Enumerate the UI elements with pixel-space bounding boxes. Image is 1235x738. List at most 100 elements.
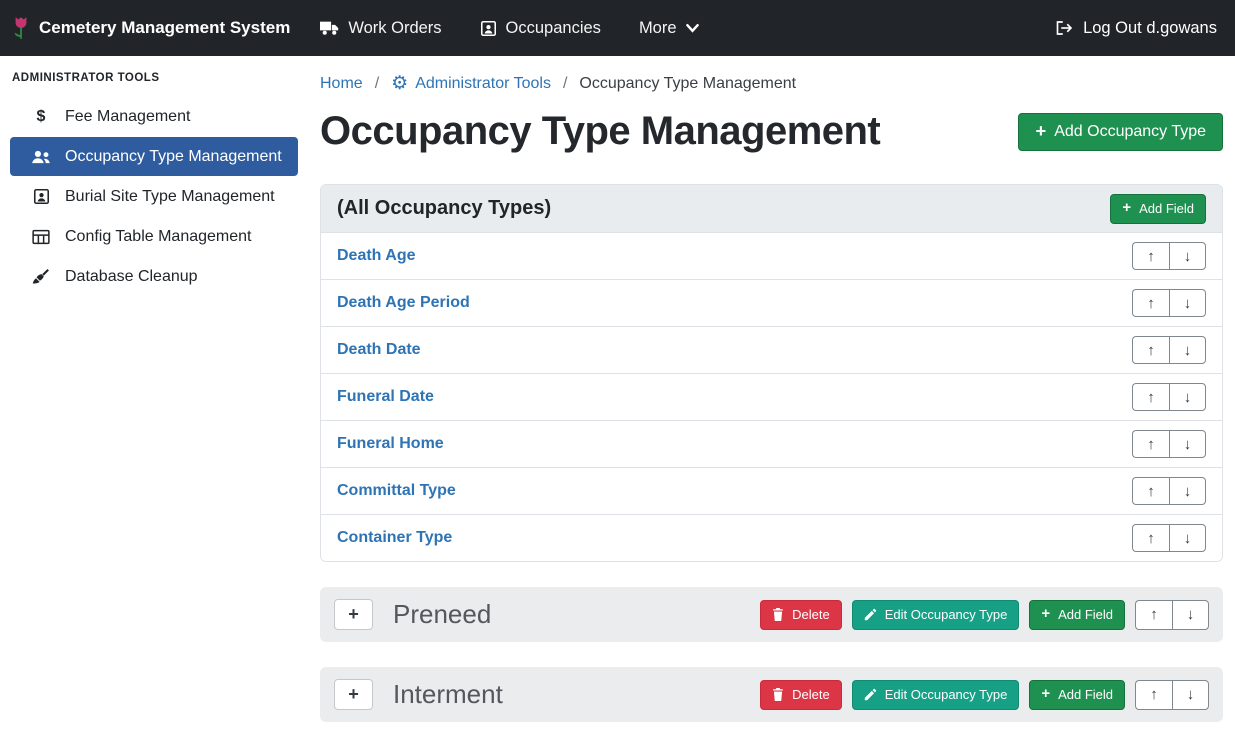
- logout-link[interactable]: Log Out d.gowans: [1056, 19, 1217, 38]
- expand-button[interactable]: +: [334, 679, 373, 710]
- reorder-controls: ↑ ↓: [1132, 430, 1206, 458]
- field-row: Container Type ↑ ↓: [321, 514, 1222, 561]
- add-field-button[interactable]: + Add Field: [1029, 680, 1125, 710]
- field-row: Funeral Date ↑ ↓: [321, 373, 1222, 420]
- page-header: Occupancy Type Management + Add Occupanc…: [320, 109, 1223, 154]
- plus-icon: +: [1041, 607, 1050, 622]
- users-icon: [30, 149, 52, 165]
- move-down-button[interactable]: ↓: [1169, 289, 1206, 317]
- move-up-button[interactable]: ↑: [1132, 430, 1169, 458]
- sidebar-item-fee-management[interactable]: $ Fee Management: [10, 97, 298, 136]
- add-field-button[interactable]: + Add Field: [1029, 600, 1125, 630]
- flower-logo-icon: [12, 15, 30, 41]
- field-row: Funeral Home ↑ ↓: [321, 420, 1222, 467]
- field-link-committal-type[interactable]: Committal Type: [337, 482, 456, 500]
- nav-occupancies[interactable]: Occupancies: [480, 19, 601, 38]
- move-up-button[interactable]: ↑: [1132, 383, 1169, 411]
- edit-label: Edit Occupancy Type: [885, 687, 1008, 702]
- breadcrumb-admin-tools[interactable]: ⚙ Administrator Tools: [391, 74, 551, 93]
- all-occupancy-types-header: (All Occupancy Types) + Add Field: [321, 185, 1222, 233]
- field-link-funeral-date[interactable]: Funeral Date: [337, 388, 434, 406]
- trash-icon: [772, 608, 784, 621]
- breadcrumb: Home / ⚙ Administrator Tools / Occupancy…: [320, 74, 1223, 93]
- sidebar-item-label: Fee Management: [65, 108, 190, 126]
- breadcrumb-home[interactable]: Home: [320, 75, 363, 93]
- move-down-button[interactable]: ↓: [1169, 336, 1206, 364]
- sidebar-item-burial-site-type-management[interactable]: Burial Site Type Management: [10, 177, 298, 216]
- table-icon: [30, 229, 52, 245]
- edit-occupancy-type-button[interactable]: Edit Occupancy Type: [852, 600, 1020, 630]
- reorder-controls: ↑ ↓: [1132, 242, 1206, 270]
- breadcrumb-current: Occupancy Type Management: [579, 75, 796, 93]
- nav-more[interactable]: More: [639, 19, 699, 38]
- occupancy-icon: [480, 20, 497, 37]
- section-actions: Delete Edit Occupancy Type + Add Field: [760, 680, 1209, 710]
- field-link-death-age[interactable]: Death Age: [337, 247, 416, 265]
- move-up-button[interactable]: ↑: [1132, 524, 1169, 552]
- sidebar-item-database-cleanup[interactable]: Database Cleanup: [10, 257, 298, 296]
- field-link-death-age-period[interactable]: Death Age Period: [337, 294, 470, 312]
- plus-icon: +: [1035, 122, 1046, 140]
- reorder-controls: ↑ ↓: [1135, 680, 1209, 710]
- add-field-label: Add Field: [1058, 687, 1113, 702]
- move-up-button[interactable]: ↑: [1135, 680, 1172, 710]
- trash-icon: [772, 688, 784, 701]
- all-occupancy-types-title: (All Occupancy Types): [337, 197, 551, 220]
- add-field-button[interactable]: + Add Field: [1110, 194, 1206, 224]
- top-navbar: Cemetery Management System Work Orders: [0, 0, 1235, 56]
- sidebar-item-label: Database Cleanup: [65, 268, 198, 286]
- chevron-down-icon: [686, 23, 699, 33]
- pencil-icon: [864, 608, 877, 621]
- reorder-controls: ↑ ↓: [1132, 289, 1206, 317]
- brand-title: Cemetery Management System: [39, 18, 290, 38]
- field-link-death-date[interactable]: Death Date: [337, 341, 421, 359]
- brand[interactable]: Cemetery Management System: [12, 15, 290, 41]
- sidebar: Administrator Tools $ Fee Management Occ…: [0, 56, 310, 738]
- delete-label: Delete: [792, 607, 830, 622]
- move-up-button[interactable]: ↑: [1132, 289, 1169, 317]
- pencil-icon: [864, 688, 877, 701]
- move-up-button[interactable]: ↑: [1132, 336, 1169, 364]
- field-link-container-type[interactable]: Container Type: [337, 529, 452, 547]
- sidebar-heading: Administrator Tools: [0, 64, 310, 96]
- delete-button[interactable]: Delete: [760, 680, 842, 710]
- broom-icon: [30, 268, 52, 285]
- navbar-links: Work Orders Occupancies More: [320, 19, 698, 38]
- move-up-button[interactable]: ↑: [1132, 477, 1169, 505]
- expand-button[interactable]: +: [334, 599, 373, 630]
- section-title: Interment: [393, 679, 503, 710]
- move-down-button[interactable]: ↓: [1169, 242, 1206, 270]
- dollar-icon: $: [30, 108, 52, 126]
- edit-occupancy-type-button[interactable]: Edit Occupancy Type: [852, 680, 1020, 710]
- occupancy-type-section-preneed: + Preneed Delete: [320, 587, 1223, 642]
- delete-button[interactable]: Delete: [760, 600, 842, 630]
- move-up-button[interactable]: ↑: [1132, 242, 1169, 270]
- add-occupancy-type-button[interactable]: + Add Occupancy Type: [1018, 113, 1223, 151]
- main-panel: Home / ⚙ Administrator Tools / Occupancy…: [310, 56, 1235, 738]
- move-down-button[interactable]: ↓: [1169, 430, 1206, 458]
- move-up-button[interactable]: ↑: [1135, 600, 1172, 630]
- add-field-label: Add Field: [1058, 607, 1113, 622]
- move-down-button[interactable]: ↓: [1169, 477, 1206, 505]
- field-row: Death Age ↑ ↓: [321, 233, 1222, 279]
- sidebar-item-config-table-management[interactable]: Config Table Management: [10, 217, 298, 256]
- field-link-funeral-home[interactable]: Funeral Home: [337, 435, 444, 453]
- sidebar-item-label: Burial Site Type Management: [65, 188, 275, 206]
- move-down-button[interactable]: ↓: [1172, 680, 1209, 710]
- sidebar-item-occupancy-type-management[interactable]: Occupancy Type Management: [10, 137, 298, 176]
- nav-work-orders[interactable]: Work Orders: [320, 19, 441, 38]
- edit-label: Edit Occupancy Type: [885, 607, 1008, 622]
- section-actions: Delete Edit Occupancy Type + Add Field: [760, 600, 1209, 630]
- add-field-label: Add Field: [1139, 201, 1194, 216]
- field-row: Death Date ↑ ↓: [321, 326, 1222, 373]
- add-occupancy-type-label: Add Occupancy Type: [1054, 123, 1206, 141]
- move-down-button[interactable]: ↓: [1172, 600, 1209, 630]
- page-title: Occupancy Type Management: [320, 109, 880, 154]
- nav-more-label: More: [639, 19, 677, 38]
- logout-icon: [1056, 20, 1074, 36]
- move-down-button[interactable]: ↓: [1169, 383, 1206, 411]
- nav-occupancies-label: Occupancies: [506, 19, 601, 38]
- move-down-button[interactable]: ↓: [1169, 524, 1206, 552]
- section-title: Preneed: [393, 599, 491, 630]
- plus-icon: +: [1041, 687, 1050, 702]
